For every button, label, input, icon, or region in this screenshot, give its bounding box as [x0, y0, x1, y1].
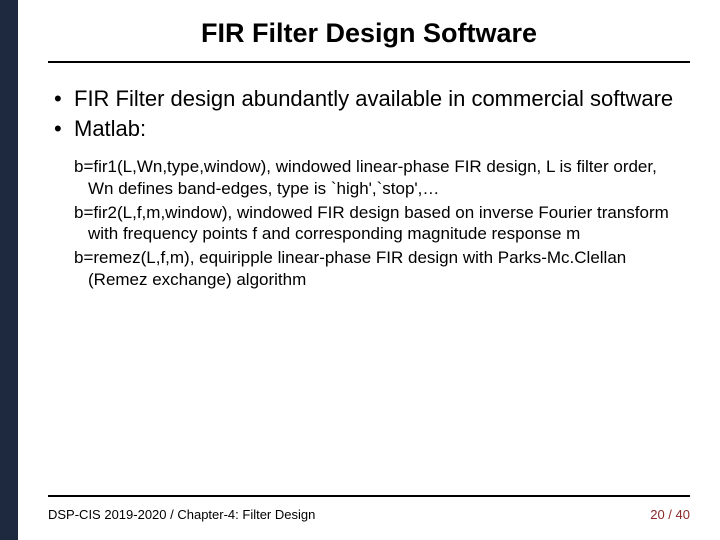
content-area: FIR Filter design abundantly available i…	[18, 63, 720, 540]
code-block: b=fir1(L,Wn,type,window), windowed linea…	[52, 156, 686, 291]
footer-row: DSP-CIS 2019-2020 / Chapter-4: Filter De…	[48, 507, 690, 522]
code-item: b=fir2(L,f,m,window), windowed FIR desig…	[74, 202, 686, 246]
bullet-item: Matlab:	[52, 115, 686, 143]
left-accent-bar	[0, 0, 18, 540]
page-number: 20 / 40	[650, 507, 690, 522]
slide-body: FIR Filter Design Software FIR Filter de…	[18, 0, 720, 540]
title-area: FIR Filter Design Software	[18, 0, 720, 57]
code-item: b=remez(L,f,m), equiripple linear-phase …	[74, 247, 686, 291]
footer: DSP-CIS 2019-2020 / Chapter-4: Filter De…	[18, 495, 720, 540]
footer-left: DSP-CIS 2019-2020 / Chapter-4: Filter De…	[48, 507, 315, 522]
code-item: b=fir1(L,Wn,type,window), windowed linea…	[74, 156, 686, 200]
bullet-item: FIR Filter design abundantly available i…	[52, 85, 686, 113]
bullet-list: FIR Filter design abundantly available i…	[52, 85, 686, 142]
slide-title: FIR Filter Design Software	[48, 18, 690, 49]
divider-bottom	[48, 495, 690, 497]
